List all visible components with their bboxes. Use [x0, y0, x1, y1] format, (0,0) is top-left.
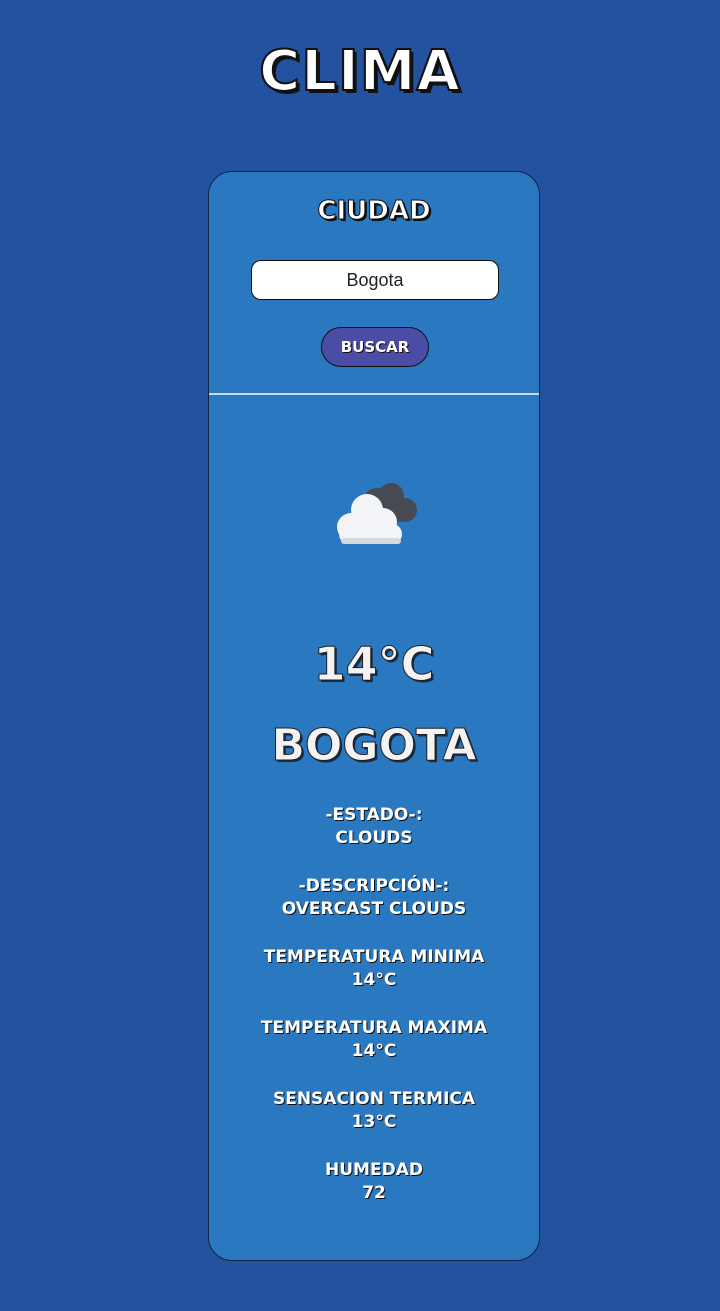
detail-label: SENSACION TERMICA	[272, 1089, 476, 1109]
detail-label: HUMEDAD	[325, 1160, 423, 1180]
detail-value: 13°C	[351, 1112, 397, 1132]
detail-label: -ESTADO-:	[325, 805, 423, 825]
detail-label: TEMPERATURA MINIMA	[263, 947, 485, 967]
detail-value: 14°C	[351, 1041, 397, 1061]
detail-max-temp: TEMPERATURA MAXIMA 14°C	[209, 1017, 539, 1063]
cloud-icon	[319, 472, 431, 562]
detail-value: 72	[362, 1183, 386, 1203]
weather-details: -ESTADO-: CLOUDS -DESCRIPCIÓN-: OVERCAST…	[209, 804, 539, 1230]
detail-description: -DESCRIPCIÓN-: OVERCAST CLOUDS	[209, 875, 539, 921]
detail-label: -DESCRIPCIÓN-:	[298, 876, 450, 896]
detail-humidity: HUMEDAD 72	[209, 1159, 539, 1205]
detail-feels-like: SENSACION TERMICA 13°C	[209, 1088, 539, 1134]
detail-value: CLOUDS	[335, 828, 413, 848]
city-input[interactable]	[251, 260, 499, 300]
detail-label: TEMPERATURA MAXIMA	[260, 1018, 488, 1038]
search-section: CIUDAD BUSCAR	[209, 172, 539, 395]
weather-card: CIUDAD BUSCAR 14°C BOGOTA -EST	[208, 171, 540, 1261]
app-title: CLIMA	[258, 38, 461, 105]
city-name: BOGOTA	[271, 720, 477, 772]
detail-status: -ESTADO-: CLOUDS	[209, 804, 539, 850]
city-label: CIUDAD	[317, 196, 431, 227]
detail-value: 14°C	[351, 970, 397, 990]
detail-min-temp: TEMPERATURA MINIMA 14°C	[209, 946, 539, 992]
temperature: 14°C	[313, 637, 435, 692]
detail-value: OVERCAST CLOUDS	[281, 899, 467, 919]
search-button[interactable]: BUSCAR	[321, 327, 429, 367]
